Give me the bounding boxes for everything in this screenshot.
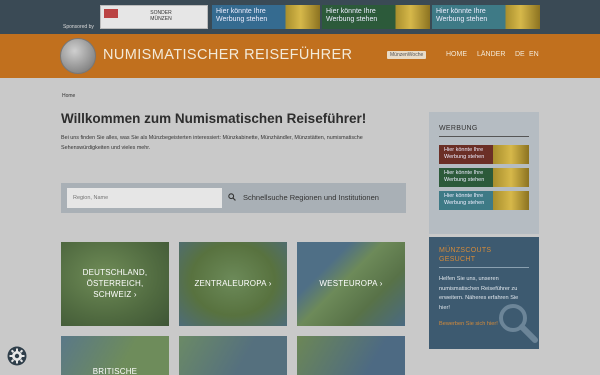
- search-icon[interactable]: [228, 193, 236, 201]
- sidebar-ad-3[interactable]: Hier könnte Ihre Werbung stehen: [439, 191, 529, 210]
- sidebar-ads: WERBUNG Hier könnte Ihre Werbung stehen …: [429, 112, 539, 234]
- flag-icon: [104, 9, 118, 18]
- quick-search-bar: Schnellsuche Regionen und Institutionen: [61, 183, 406, 213]
- region-tile-label: ZENTRALEUROPA ›: [179, 278, 287, 289]
- magnifier-icon: [499, 304, 538, 343]
- sidebar-ads-title: WERBUNG: [439, 125, 478, 132]
- sponsored-label: Sponsored by: [63, 24, 94, 30]
- site-header: NUMISMATISCHER REISEFÜHRER MünzenWoche H…: [0, 34, 600, 78]
- banner-ad-1[interactable]: Hier könnte Ihre Werbung stehen: [212, 5, 320, 29]
- banner-ad-text: Hier könnte Ihre Werbung stehen: [326, 8, 378, 23]
- region-tile-label: WESTEUROPA ›: [297, 278, 405, 289]
- sidebar-ad-text: Hier könnte Ihre Werbung stehen: [444, 147, 485, 160]
- region-tile-text: WESTEUROPA: [319, 279, 378, 288]
- banner-ad-text: Hier könnte Ihre Werbung stehen: [436, 8, 488, 23]
- region-tile-zentraleuropa[interactable]: ZENTRALEUROPA ›: [179, 242, 287, 326]
- region-tile-text: BRITISCHE: [92, 367, 138, 375]
- muenzenwoche-badge[interactable]: MünzenWoche: [387, 51, 427, 59]
- sponsor-bar: Sponsored by SONDER MÜNZEN Hier könnte I…: [0, 0, 600, 34]
- nav-countries[interactable]: LÄNDER: [477, 51, 505, 58]
- region-tile-westeuropa[interactable]: WESTEUROPA ›: [297, 242, 405, 326]
- chevron-right-icon: ›: [379, 279, 383, 288]
- coin-logo-icon[interactable]: [60, 38, 96, 74]
- sponsor-ad-text: SONDER MÜNZEN: [150, 10, 172, 22]
- breadcrumb[interactable]: Home: [62, 93, 75, 99]
- sidebar-ad-2[interactable]: Hier könnte Ihre Werbung stehen: [439, 168, 529, 187]
- sidebar-ad-1[interactable]: Hier könnte Ihre Werbung stehen: [439, 145, 529, 164]
- region-tile-label: DEUTSCHLAND, ÖSTERREICH, SCHWEIZ ›: [61, 267, 169, 300]
- muenzscouts-box: MÜNZSCOUTS GESUCHT Helfen Sie uns, unser…: [429, 237, 539, 349]
- gear-icon[interactable]: [7, 346, 27, 366]
- sidebar-ad-text: Hier könnte Ihre Werbung stehen: [444, 193, 485, 206]
- nav-home[interactable]: HOME: [446, 51, 467, 58]
- intro-text: Bei uns finden Sie alles, was Sie als Mü…: [61, 135, 363, 151]
- page-title: Willkommen zum Numismatischen Reiseführe…: [61, 111, 367, 126]
- sidebar-ad-text: Hier könnte Ihre Werbung stehen: [444, 170, 485, 183]
- region-tile-label: BRITISCHE: [61, 366, 169, 375]
- divider: [439, 136, 529, 137]
- banner-ad-3[interactable]: Hier könnte Ihre Werbung stehen: [432, 5, 540, 29]
- search-label[interactable]: Schnellsuche Regionen und Institutionen: [243, 193, 379, 202]
- chevron-right-icon: ›: [268, 279, 272, 288]
- muenzscouts-title: MÜNZSCOUTS GESUCHT: [439, 247, 492, 263]
- divider: [439, 267, 529, 268]
- banner-ad-text: Hier könnte Ihre Werbung stehen: [216, 8, 268, 23]
- region-tile[interactable]: [297, 336, 405, 375]
- nav-lang-en[interactable]: EN: [529, 51, 539, 58]
- region-tile-britische[interactable]: BRITISCHE: [61, 336, 169, 375]
- region-tile[interactable]: [179, 336, 287, 375]
- apply-link[interactable]: Bewerben Sie sich hier!: [439, 321, 498, 327]
- sponsor-ad-sondermuenzen[interactable]: SONDER MÜNZEN: [100, 5, 208, 29]
- site-title[interactable]: NUMISMATISCHER REISEFÜHRER: [103, 47, 352, 63]
- banner-ad-2[interactable]: Hier könnte Ihre Werbung stehen: [322, 5, 430, 29]
- region-tile-text: DEUTSCHLAND, ÖSTERREICH, SCHWEIZ: [82, 268, 148, 299]
- region-tile-text: ZENTRALEUROPA: [194, 279, 267, 288]
- search-input[interactable]: [67, 188, 222, 208]
- region-tile-dach[interactable]: DEUTSCHLAND, ÖSTERREICH, SCHWEIZ ›: [61, 242, 169, 326]
- chevron-right-icon: ›: [133, 290, 137, 299]
- nav-lang-de[interactable]: DE: [515, 51, 525, 58]
